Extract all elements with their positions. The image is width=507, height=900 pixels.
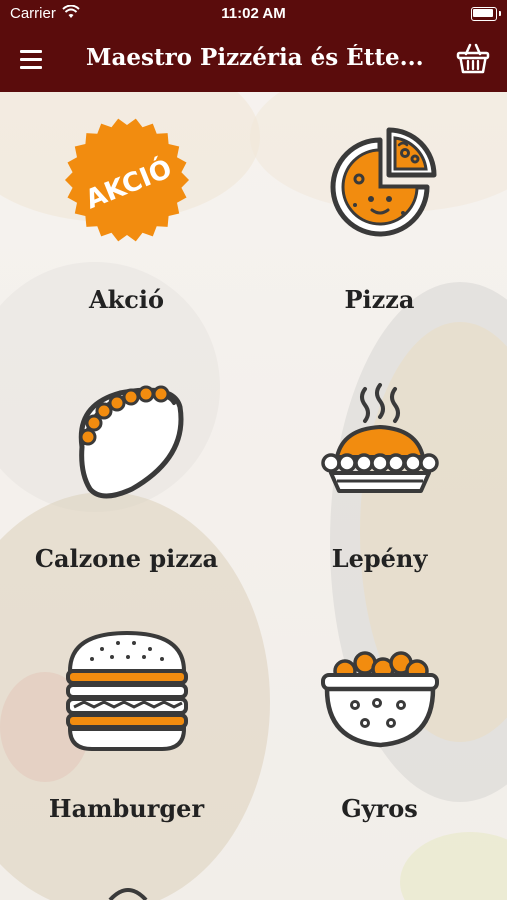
category-akcio[interactable]: AKCIÓ Akció <box>0 110 253 330</box>
gyros-bowl-icon <box>321 651 439 748</box>
category-lepeny[interactable]: Lepény <box>253 372 506 592</box>
category-gyros[interactable]: Gyros <box>253 622 506 842</box>
next-category-icon-partial <box>108 888 148 900</box>
basket-icon[interactable] <box>455 40 491 76</box>
hamburger-icon <box>66 630 188 751</box>
pizza-icon <box>330 127 437 237</box>
category-pizza[interactable]: Pizza <box>253 110 506 330</box>
sale-badge-icon: AKCIÓ <box>65 118 189 242</box>
page-title: Maestro Pizzéria és Étte... <box>86 44 424 71</box>
category-label-gyros: Gyros <box>341 794 418 823</box>
category-label-pizza: Pizza <box>344 285 415 314</box>
hamburger-menu-icon[interactable] <box>18 46 48 74</box>
category-label-lepeny: Lepény <box>331 544 428 573</box>
category-label-akcio: Akció <box>89 285 164 314</box>
battery-tip <box>499 11 501 16</box>
clock: 11:02 AM <box>221 5 286 22</box>
status-bar: Carrier 11:02 AM <box>0 0 507 28</box>
category-hamburger[interactable]: Hamburger <box>0 622 253 842</box>
category-calzone-pizza[interactable]: Calzone pizza <box>0 372 253 592</box>
app-header: Maestro Pizzéria és Étte... <box>0 28 507 92</box>
pie-icon <box>321 383 439 493</box>
battery-icon <box>471 7 497 21</box>
category-label-hamburger: Hamburger <box>48 794 205 823</box>
calzone-icon <box>78 385 184 499</box>
category-label-calzone-pizza: Calzone pizza <box>34 544 219 573</box>
